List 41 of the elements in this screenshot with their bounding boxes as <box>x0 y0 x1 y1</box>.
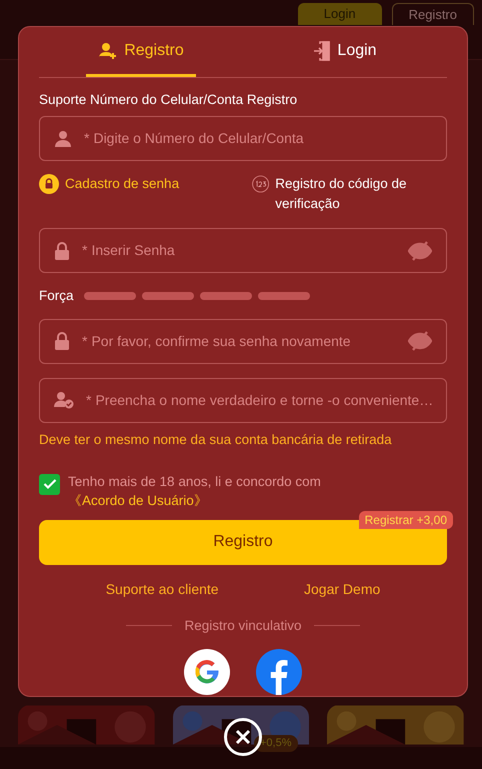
close-icon <box>235 729 251 745</box>
register-button[interactable]: Registro <box>392 3 474 25</box>
method-option[interactable]: Registro do código de verificação <box>234 174 447 218</box>
footer-link[interactable]: Suporte ao cliente <box>106 578 219 600</box>
numbers-icon <box>252 174 270 194</box>
input-text[interactable]: Inserir Senha <box>91 240 396 262</box>
divider-text: Registro vinculativo <box>184 616 302 635</box>
google-icon[interactable] <box>184 649 230 695</box>
lock-icon <box>54 331 70 351</box>
facebook-icon[interactable] <box>256 649 302 695</box>
tab[interactable]: Login <box>243 27 447 77</box>
strength-label: Força <box>39 287 74 306</box>
bonus-badge: Registrar +3,00 <box>358 510 453 529</box>
footer-link[interactable]: Jogar Demo <box>304 578 380 600</box>
user-agreement-link[interactable]: 《Acordo de Usuário》 <box>68 492 208 508</box>
required-mark: * <box>82 241 88 260</box>
lock-icon <box>39 174 59 194</box>
tab[interactable]: Registro <box>39 27 243 77</box>
hint-text: Deve ter o mesmo nome da sua conta bancária de retirada <box>39 430 393 448</box>
field-label: Suporte Número do Celular/Conta Registro <box>39 91 298 109</box>
user-plus-icon <box>98 40 118 60</box>
check-icon <box>42 478 56 490</box>
agreement-text: Tenho mais de 18 anos, li e concordo com 《Acordo de Usuário》 <box>68 472 322 510</box>
lock-icon <box>54 240 70 261</box>
close-button[interactable] <box>224 718 262 756</box>
required-mark: * <box>84 129 90 148</box>
input-text[interactable]: Preencha o nome verdadeiro e torne -o conveniente… <box>95 390 432 410</box>
input-text[interactable]: Digite o Número do Celular/Conta <box>93 128 432 150</box>
user-icon <box>54 130 72 148</box>
checkbox[interactable] <box>39 474 60 495</box>
required-mark: * <box>86 390 92 410</box>
input-field[interactable]: * Preencha o nome verdadeiro e torne -o conveniente… <box>39 378 447 422</box>
user-check-icon <box>54 391 74 409</box>
input-field[interactable]: * Por favor, confirme sua senha novamente <box>39 318 447 364</box>
bonus-badge: +0,5% <box>254 735 298 752</box>
input-text[interactable]: Por favor, confirme sua senha novamente <box>91 330 396 352</box>
input-field[interactable]: * Digite o Número do Celular/Conta <box>39 116 447 162</box>
login-icon <box>313 40 332 60</box>
method-option[interactable]: Cadastro de senha <box>39 174 234 218</box>
input-field[interactable]: * Inserir Senha <box>39 228 447 274</box>
required-mark: * <box>82 332 88 350</box>
